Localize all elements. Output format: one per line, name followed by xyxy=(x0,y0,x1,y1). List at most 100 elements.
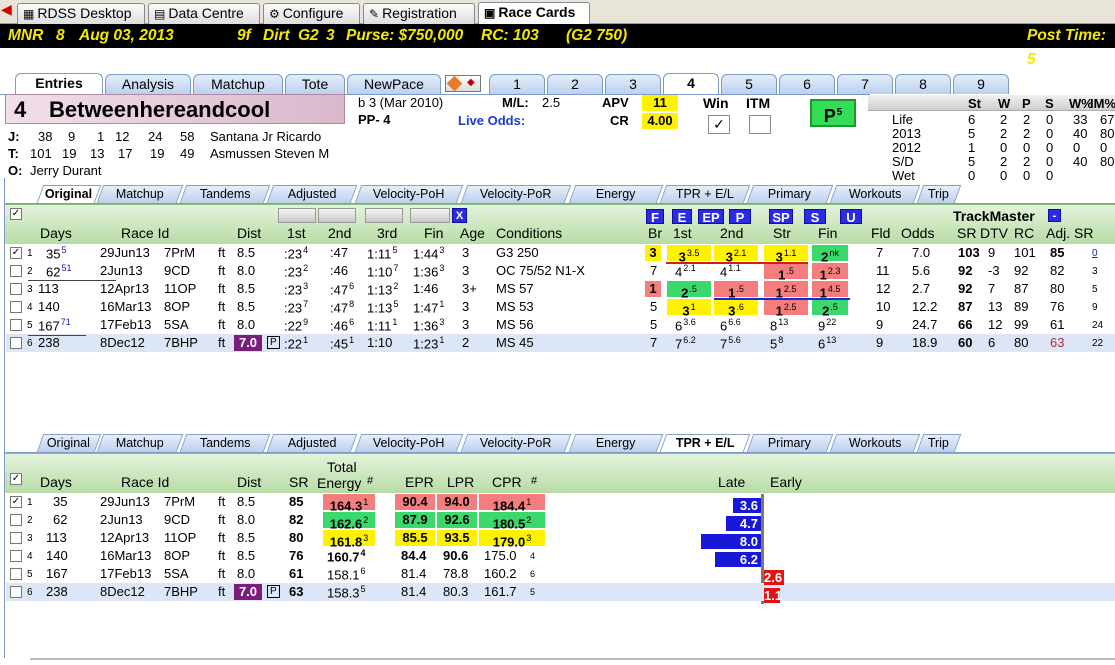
tab-race-1[interactable]: 1 xyxy=(489,74,545,94)
subtab-primary[interactable]: Primary xyxy=(746,185,834,203)
select-all-checkbox-lower[interactable]: ✓ xyxy=(10,473,22,485)
clear-x-button[interactable]: X xyxy=(452,208,467,223)
tab-race-2[interactable]: 2 xyxy=(547,74,603,94)
row-checkbox[interactable]: ✓ xyxy=(10,496,22,508)
filter-s-button[interactable]: S xyxy=(804,209,826,225)
row-checkbox[interactable] xyxy=(10,586,22,598)
trip-line-blue xyxy=(714,298,850,300)
tab-analysis[interactable]: Analysis xyxy=(105,74,191,94)
subtab-primary[interactable]: Primary xyxy=(746,434,834,452)
trainer-name[interactable]: Asmussen Steven M xyxy=(210,146,329,161)
tab-race-8[interactable]: 8 xyxy=(895,74,951,94)
tab-race-6[interactable]: 6 xyxy=(779,74,835,94)
collapse-button[interactable]: - xyxy=(1048,209,1061,222)
win-checkbox[interactable]: ✓ xyxy=(708,115,730,134)
dtv: 12 xyxy=(988,317,1003,332)
header-button[interactable] xyxy=(278,208,316,223)
tab-data-centre[interactable]: ▤ Data Centre xyxy=(148,3,260,24)
subtab-energy[interactable]: Energy xyxy=(568,185,664,203)
row-checkbox[interactable] xyxy=(10,514,22,526)
race-color-selector[interactable]: ◆ xyxy=(445,75,481,92)
subtab-matchup[interactable]: Matchup xyxy=(96,185,184,203)
lpr: 78.8 xyxy=(443,566,469,581)
days-since: 6251 xyxy=(46,263,72,280)
record-cell: 2 xyxy=(1023,126,1031,141)
subtab-velocity-por[interactable]: Velocity-PoR xyxy=(460,185,572,203)
subtab-adjusted[interactable]: Adjusted xyxy=(266,185,358,203)
filter-ep-button[interactable]: EP xyxy=(698,209,724,225)
adj-sr: 82 xyxy=(1050,263,1065,278)
subtab-matchup[interactable]: Matchup xyxy=(96,434,184,452)
bottom-scrollbar[interactable] xyxy=(30,658,1115,660)
subtab-energy[interactable]: Energy xyxy=(568,434,664,452)
tab-race-cards[interactable]: ▣ Race Cards xyxy=(478,2,590,25)
subtab-workouts[interactable]: Workouts xyxy=(829,185,921,203)
subtab-tpr-e-l[interactable]: TPR + E/L xyxy=(659,185,751,203)
tab-newpace[interactable]: NewPace xyxy=(347,74,441,94)
distance: 8.0 xyxy=(237,317,256,332)
subtab-velocity-poh[interactable]: Velocity-PoH xyxy=(354,185,464,203)
live-odds-label: Live Odds: xyxy=(458,113,526,128)
row-checkbox[interactable] xyxy=(10,283,22,295)
pace-badge[interactable]: P5 xyxy=(810,99,856,127)
subtab-original[interactable]: Original xyxy=(36,434,102,452)
pos-1st: 42.1 xyxy=(675,263,696,280)
row-checkbox[interactable] xyxy=(10,532,22,544)
record-cell: 40 xyxy=(1073,154,1088,169)
tab-rdss-desktop[interactable]: ▦ RDSS Desktop xyxy=(17,3,145,24)
cpr: 161.7 xyxy=(484,584,517,599)
tab-race-3[interactable]: 3 xyxy=(605,74,661,94)
distance: 8.5 xyxy=(237,245,256,260)
tab-race-5[interactable]: 5 xyxy=(721,74,777,94)
tab-registration[interactable]: ✎ Registration xyxy=(363,3,475,24)
subtab-adjusted[interactable]: Adjusted xyxy=(266,434,358,452)
row-checkbox[interactable] xyxy=(10,265,22,277)
subtab-tandems[interactable]: Tandems xyxy=(179,185,271,203)
tab-race-7[interactable]: 7 xyxy=(837,74,893,94)
filter-e-button[interactable]: E xyxy=(672,209,692,225)
tab-matchup[interactable]: Matchup xyxy=(193,74,283,94)
tab-race-4[interactable]: 4 xyxy=(663,73,719,95)
subtab-tpr-e-l[interactable]: TPR + E/L xyxy=(659,434,751,452)
itm-checkbox[interactable] xyxy=(749,115,771,134)
filter-p-button[interactable]: P xyxy=(729,209,751,225)
win-label: Win xyxy=(703,95,729,111)
row-checkbox[interactable] xyxy=(10,550,22,562)
back-arrow-icon[interactable]: ◀ xyxy=(1,2,15,17)
subtab-trip[interactable]: Trip xyxy=(916,434,962,452)
tab-entries[interactable]: Entries xyxy=(15,73,103,95)
surface: ft xyxy=(218,566,226,581)
row-checkbox[interactable] xyxy=(10,319,22,331)
subtab-trip[interactable]: Trip xyxy=(916,185,962,203)
tab-tote[interactable]: Tote xyxy=(285,74,345,94)
owner-name[interactable]: Jerry Durant xyxy=(30,163,102,178)
header-button[interactable] xyxy=(318,208,356,223)
epr: 81.4 xyxy=(401,584,427,599)
subtab-velocity-poh[interactable]: Velocity-PoH xyxy=(354,434,464,452)
subtab-workouts[interactable]: Workouts xyxy=(829,434,921,452)
post-time: Post Time: 5 xyxy=(1027,27,1106,68)
race-id: 5SA xyxy=(164,317,189,332)
race-info-bar: MNR 8 Aug 03, 2013 9f Dirt G2 3 Purse: $… xyxy=(0,24,1115,68)
left-border xyxy=(4,178,5,658)
jockey-name[interactable]: Santana Jr Ricardo xyxy=(210,129,321,144)
row-number: 3 xyxy=(27,533,33,544)
tab-race-9[interactable]: 9 xyxy=(953,74,1009,94)
row-checkbox[interactable] xyxy=(10,301,22,313)
record-cell: 0 xyxy=(1073,140,1081,155)
row-checkbox[interactable] xyxy=(10,568,22,580)
filter-u-button[interactable]: U xyxy=(840,209,862,225)
subtab-velocity-por[interactable]: Velocity-PoR xyxy=(460,434,572,452)
tab-configure[interactable]: ⚙ Configure xyxy=(263,3,360,24)
filter-f-button[interactable]: F xyxy=(646,209,664,225)
row-checkbox[interactable] xyxy=(10,337,22,349)
subtab-original[interactable]: Original xyxy=(36,185,102,203)
row-checkbox[interactable]: ✓ xyxy=(10,247,22,259)
header-button[interactable] xyxy=(365,208,403,223)
subtab-tandems[interactable]: Tandems xyxy=(179,434,271,452)
filter-sp-button[interactable]: SP xyxy=(769,209,793,225)
select-all-checkbox[interactable]: ✓ xyxy=(10,208,22,220)
header-button[interactable] xyxy=(410,208,450,223)
pos-fin: 12.3 xyxy=(812,263,848,282)
record-cell: 0 xyxy=(1000,140,1008,155)
